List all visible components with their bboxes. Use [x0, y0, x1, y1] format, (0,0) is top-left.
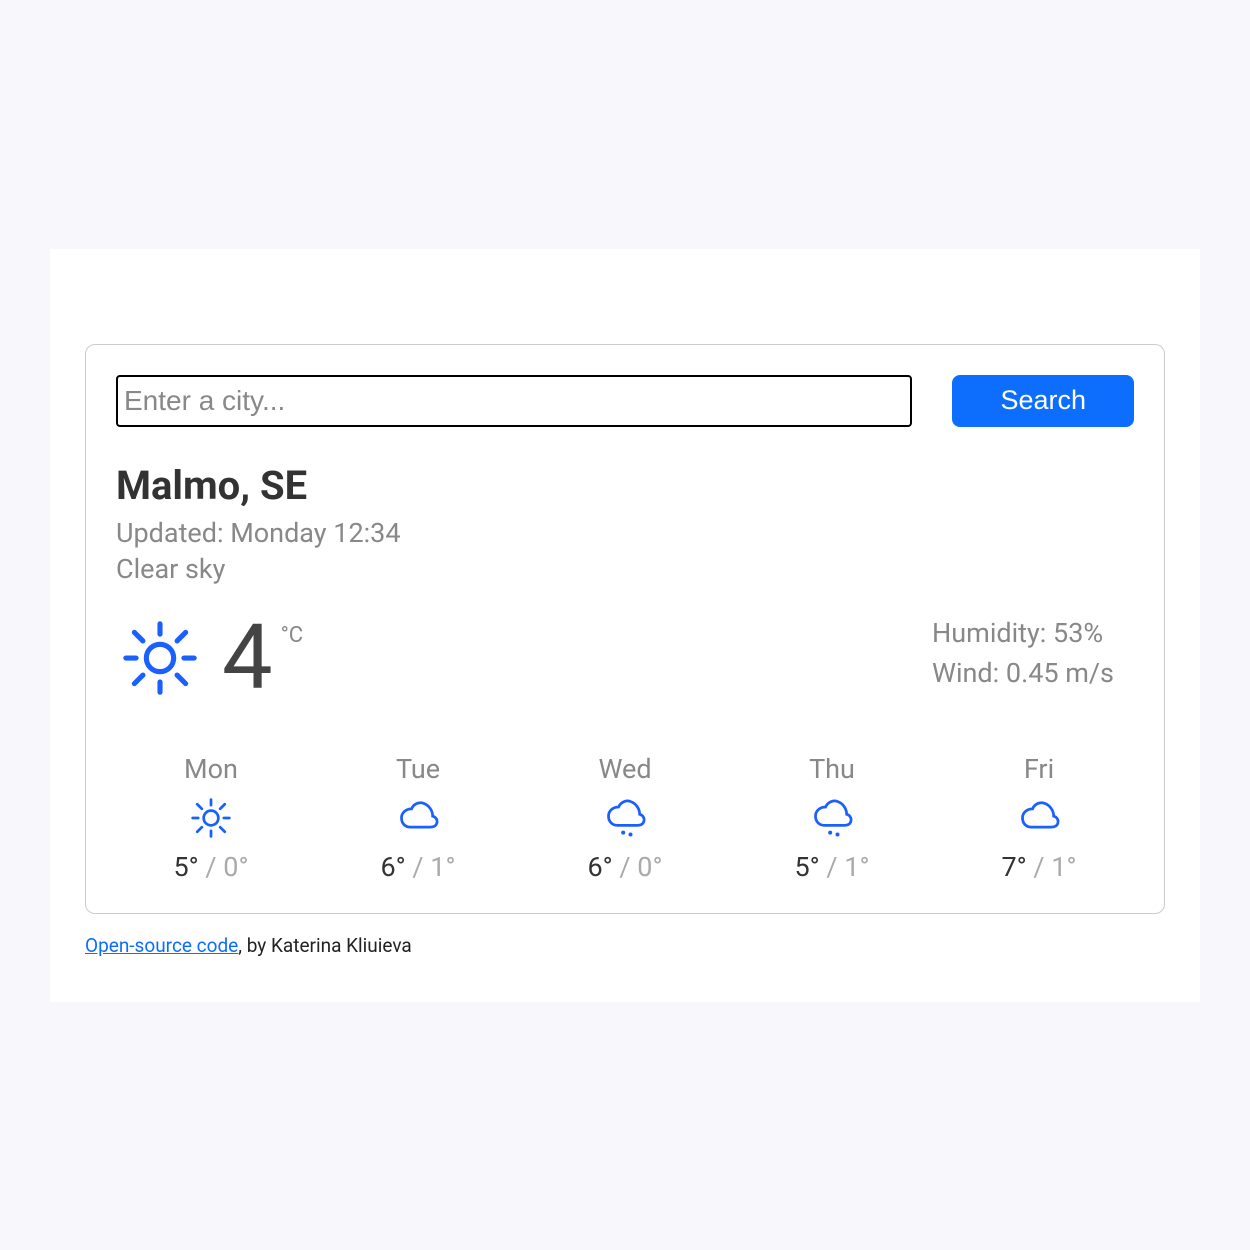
open-source-link[interactable]: Open-source code [85, 934, 238, 957]
forecast-high: 5° [173, 851, 198, 883]
footer: Open-source code, by Katerina Kliuieva [85, 934, 1165, 957]
footer-author: , by Katerina Kliuieva [238, 934, 411, 957]
forecast-col: Wed 6° / 0° [560, 753, 690, 883]
forecast-low: 0° [223, 851, 248, 883]
cloud-drizzle-icon [809, 795, 855, 841]
current-left: 4 °C [116, 613, 303, 703]
forecast-low: 0° [637, 851, 662, 883]
current-conditions: 4 °C Humidity: 53% Wind: 0.45 m/s [116, 613, 1134, 703]
temperature-value: 4 [222, 613, 273, 703]
sun-icon [188, 795, 234, 841]
cloud-icon [395, 795, 441, 841]
forecast-low: 1° [430, 851, 455, 883]
weather-description: Clear sky [116, 553, 1134, 585]
cloud-icon [1016, 795, 1062, 841]
forecast-day-label: Thu [809, 753, 855, 785]
temp-separator: / [826, 851, 844, 883]
forecast-high: 6° [380, 851, 405, 883]
updated-time: Updated: Monday 12:34 [116, 517, 1134, 549]
forecast-high: 7° [1001, 851, 1026, 883]
forecast-temps: 5° / 0° [173, 851, 248, 883]
temperature: 4 °C [222, 613, 303, 703]
forecast-temps: 6° / 1° [380, 851, 455, 883]
forecast-col: Tue 6° / 1° [353, 753, 483, 883]
forecast-col: Fri 7° / 1° [974, 753, 1104, 883]
temperature-unit: °C [281, 623, 304, 648]
sun-icon [116, 614, 204, 702]
temp-separator: / [1033, 851, 1051, 883]
forecast-high: 5° [794, 851, 819, 883]
weather-card: Search Malmo, SE Updated: Monday 12:34 C… [85, 344, 1165, 914]
city-heading: Malmo, SE [116, 462, 1134, 509]
forecast-day-label: Wed [598, 753, 651, 785]
forecast-temps: 5° / 1° [794, 851, 869, 883]
wind-label: Wind: 0.45 m/s [932, 653, 1114, 694]
temp-separator: / [619, 851, 637, 883]
weather-stats: Humidity: 53% Wind: 0.45 m/s [932, 613, 1114, 694]
temp-separator: / [412, 851, 430, 883]
forecast-low: 1° [1051, 851, 1076, 883]
city-search-input[interactable] [116, 375, 912, 427]
temp-separator: / [205, 851, 223, 883]
search-button[interactable]: Search [952, 375, 1134, 427]
forecast-row: Mon 5° / 0° Tue 6° / 1° Wed [116, 753, 1134, 883]
forecast-col: Mon 5° / 0° [146, 753, 276, 883]
cloud-drizzle-icon [602, 795, 648, 841]
humidity-label: Humidity: 53% [932, 613, 1114, 654]
forecast-high: 6° [587, 851, 612, 883]
forecast-day-label: Mon [184, 753, 238, 785]
forecast-day-label: Fri [1024, 753, 1054, 785]
forecast-col: Thu 5° / 1° [767, 753, 897, 883]
forecast-temps: 6° / 0° [587, 851, 662, 883]
forecast-day-label: Tue [396, 753, 440, 785]
app-container: Search Malmo, SE Updated: Monday 12:34 C… [50, 249, 1200, 1002]
search-row: Search [116, 375, 1134, 427]
forecast-temps: 7° / 1° [1001, 851, 1076, 883]
forecast-low: 1° [844, 851, 869, 883]
